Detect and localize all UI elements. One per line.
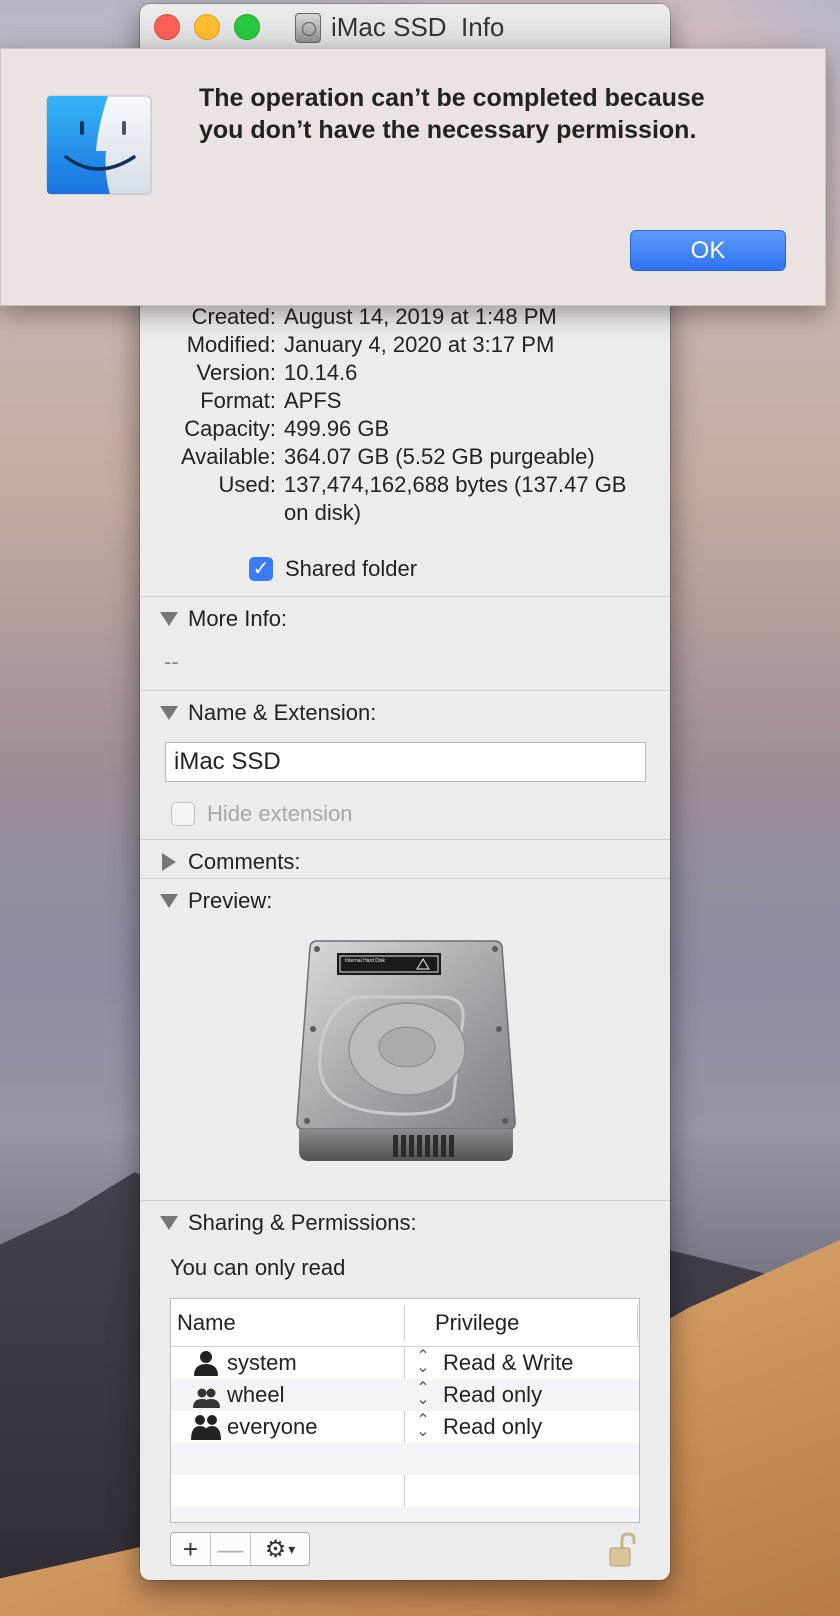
drive-label-text: Internal Hard Disk: [345, 958, 386, 964]
info-key: Capacity:: [184, 416, 276, 441]
info-value: 10.14.6: [284, 360, 358, 385]
user-name: system: [227, 1350, 297, 1375]
info-value: 137,474,162,688 bytes (137.47 GB on disk…: [284, 472, 627, 525]
disclosure-triangle-open-icon: [160, 894, 178, 908]
table-row-empty: [171, 1507, 639, 1522]
table-row[interactable]: everyone ⌃ ⌄ Read only: [171, 1411, 639, 1443]
stepper-icon[interactable]: ⌃ ⌄: [415, 1349, 431, 1376]
group-icon: [193, 1388, 220, 1408]
section-preview[interactable]: Preview:: [160, 888, 272, 914]
column-separator: [637, 1305, 638, 1341]
close-button[interactable]: [154, 14, 180, 40]
lock-open-icon[interactable]: [608, 1532, 636, 1568]
disclosure-triangle-open-icon: [160, 612, 178, 626]
disclosure-triangle-open-icon: [160, 706, 178, 720]
column-separator: [404, 1305, 405, 1341]
divider: [140, 1200, 670, 1201]
info-key: Version:: [196, 360, 277, 385]
table-header: Name Privilege: [171, 1299, 639, 1347]
add-user-button[interactable]: +: [171, 1533, 211, 1565]
hard-drive-preview-icon: Internal Hard Disk: [296, 940, 516, 1161]
disclosure-triangle-open-icon: [160, 1216, 178, 1230]
everyone-icon: [191, 1415, 221, 1440]
access-status-text: You can only read: [170, 1255, 346, 1280]
divider: [140, 839, 670, 840]
section-sharing-permissions[interactable]: Sharing & Permissions:: [160, 1210, 417, 1236]
permissions-button-group: + — ⚙ ▾: [170, 1532, 310, 1566]
window-title: iMac SSD Info: [331, 12, 505, 42]
finder-icon: [46, 95, 152, 195]
single-user-icon: [194, 1351, 218, 1376]
gear-icon: ⚙: [264, 1535, 287, 1563]
name-input[interactable]: [165, 742, 646, 782]
title-bar[interactable]: iMac SSD Info: [140, 4, 670, 50]
checkmark-icon: ✓: [249, 557, 273, 581]
hard-disk-icon: [295, 12, 321, 43]
name-extension-label: Name & Extension:: [188, 700, 377, 725]
info-value: 499.96 GB: [284, 416, 390, 441]
column-header-name[interactable]: Name: [177, 1310, 236, 1336]
hide-extension-checkbox[interactable]: Hide extension: [171, 801, 353, 827]
section-more-info[interactable]: More Info:: [160, 606, 287, 632]
comments-label: Comments:: [188, 849, 301, 874]
info-value: January 4, 2020 at 3:17 PM: [284, 332, 555, 357]
table-row[interactable]: wheel ⌃ ⌄ Read only: [171, 1379, 639, 1411]
info-key: Format:: [200, 388, 276, 413]
divider: [140, 596, 670, 597]
info-value: August 14, 2019 at 1:48 PM: [284, 304, 557, 329]
action-menu-button[interactable]: ⚙ ▾: [251, 1533, 309, 1565]
privilege-value[interactable]: Read only: [443, 1382, 542, 1408]
zoom-button[interactable]: [234, 14, 260, 40]
info-key: Used:: [218, 472, 276, 497]
minimize-button[interactable]: [194, 14, 220, 40]
chevron-down-icon: ▾: [288, 1540, 296, 1557]
table-row[interactable]: system ⌃ ⌄ Read & Write: [171, 1347, 639, 1379]
alert-sheet: The operation can’t be completed because…: [0, 48, 826, 306]
more-info-value: --: [164, 649, 179, 674]
window-title-wrap: iMac SSD Info: [295, 12, 504, 43]
divider: [140, 690, 670, 691]
hide-extension-label: Hide extension: [207, 801, 353, 826]
info-value: 364.07 GB (5.52 GB purgeable): [284, 444, 595, 469]
group-name: everyone: [227, 1414, 318, 1439]
table-row-empty: [171, 1443, 639, 1475]
sharing-permissions-label: Sharing & Permissions:: [188, 1210, 417, 1235]
checkbox-empty-icon: [171, 802, 195, 826]
permissions-table: Name Privilege system ⌃ ⌄ Read & Write wh…: [170, 1298, 640, 1523]
privilege-value[interactable]: Read only: [443, 1414, 542, 1440]
info-value: APFS: [284, 388, 342, 413]
remove-user-button[interactable]: —: [211, 1533, 251, 1565]
column-header-privilege[interactable]: Privilege: [435, 1310, 519, 1336]
more-info-label: More Info:: [188, 606, 288, 631]
preview-label: Preview:: [188, 888, 273, 913]
ok-button[interactable]: OK: [630, 230, 786, 271]
alert-message: The operation can’t be completed because…: [199, 82, 799, 146]
alert-message-line: The operation can’t be completed because: [199, 84, 705, 112]
stepper-icon[interactable]: ⌃ ⌄: [415, 1381, 431, 1408]
section-name-extension[interactable]: Name & Extension:: [160, 700, 376, 726]
disclosure-triangle-closed-icon: [162, 853, 176, 871]
info-key: Created:: [191, 304, 276, 329]
group-name: wheel: [227, 1382, 285, 1407]
section-comments[interactable]: Comments:: [160, 849, 300, 875]
shared-folder-checkbox[interactable]: ✓ Shared folder: [249, 556, 417, 582]
privilege-value[interactable]: Read & Write: [443, 1350, 573, 1376]
divider: [140, 878, 670, 879]
info-key: Modified:: [186, 332, 276, 357]
alert-message-line: you don’t have the necessary permission.: [199, 116, 697, 144]
info-key: Available:: [181, 444, 276, 469]
stepper-icon[interactable]: ⌃ ⌄: [415, 1413, 431, 1440]
shared-folder-label: Shared folder: [285, 556, 418, 581]
